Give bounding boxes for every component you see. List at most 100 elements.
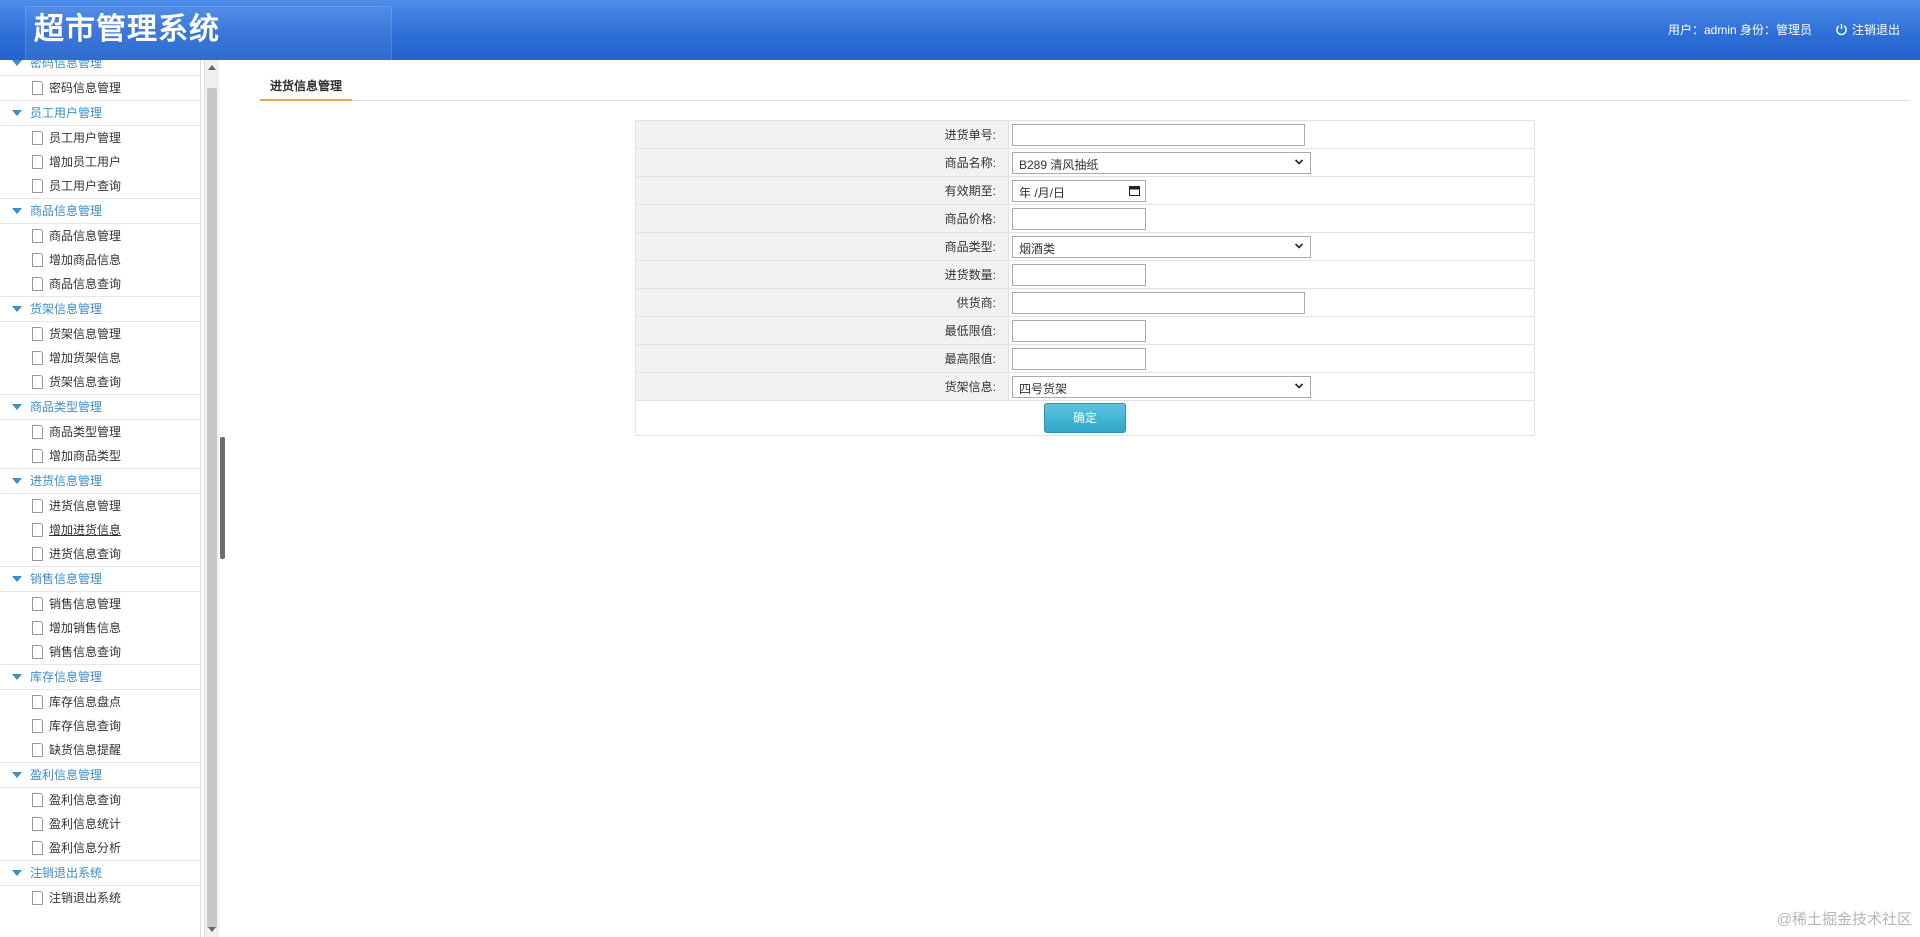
scrollbar-thumb[interactable] <box>207 88 217 928</box>
sidebar-group-items: 进货信息管理 增加进货信息进货信息查询 <box>0 493 200 566</box>
sidebar-group-title[interactable]: 货架信息管理 <box>0 296 200 321</box>
logout-label: 注销退出 <box>1851 23 1900 37</box>
sidebar-menu: 密码信息管理 密码信息管理 员工用户管理 员工用户管理 增加员工用户 员工用户查询 商品信息… <box>0 60 200 910</box>
quantity-input[interactable] <box>1012 263 1146 286</box>
sidebar-item-label: 货架信息管理 <box>49 327 122 341</box>
calendar-icon[interactable] <box>1129 185 1140 196</box>
sidebar-item[interactable]: 增加销售信息 <box>0 616 200 640</box>
sidebar-splitter-handle[interactable] <box>220 437 225 559</box>
sidebar-group-title[interactable]: 密码信息管理 <box>0 60 200 75</box>
sidebar-item[interactable]: 增加商品类型 <box>0 444 200 468</box>
document-icon <box>32 425 43 439</box>
min-label: 最低限值: <box>635 316 1009 345</box>
sidebar-item[interactable]: 库存信息盘点 <box>0 690 200 714</box>
sidebar-item[interactable]: 盈利信息统计 <box>0 812 200 836</box>
sidebar-group-items: 注销退出系统 <box>0 885 200 910</box>
sidebar-item[interactable]: 盈利信息查询 <box>0 788 200 812</box>
document-icon <box>32 131 43 145</box>
scroll-up-icon[interactable] <box>208 65 216 70</box>
form-row-purchase-no: 进货单号: <box>635 120 1535 149</box>
chevron-down-icon <box>1295 158 1303 165</box>
document-icon <box>32 351 43 365</box>
sidebar-group-title[interactable]: 员工用户管理 <box>0 100 200 125</box>
sidebar-item-label: 进货信息查询 <box>49 547 122 561</box>
sidebar-group-label: 商品信息管理 <box>30 204 103 218</box>
expiry-date-input[interactable]: 年 /月/日 <box>1012 179 1146 202</box>
sidebar-item[interactable]: 货架信息管理 <box>0 322 200 346</box>
sidebar-item-label: 密码信息管理 <box>49 81 122 95</box>
sidebar-item[interactable]: 增加员工用户 <box>0 150 200 174</box>
sidebar-group-items: 商品类型管理 增加商品类型 <box>0 419 200 468</box>
submit-button[interactable]: 确定 <box>1044 403 1126 433</box>
sidebar-group-title[interactable]: 注销退出系统 <box>0 860 200 885</box>
logout-button[interactable]: 注销退出 <box>1835 21 1900 38</box>
sidebar-scrollbar[interactable] <box>204 60 219 937</box>
product-name-selected: B289 清风抽纸 <box>1019 157 1099 172</box>
product-type-select[interactable]: 烟酒类 <box>1012 235 1311 258</box>
sidebar-item[interactable]: 增加进货信息 <box>0 518 200 542</box>
sidebar-item[interactable]: 商品信息管理 <box>0 224 200 248</box>
triangle-down-icon <box>12 306 22 312</box>
sidebar-item[interactable]: 增加货架信息 <box>0 346 200 370</box>
sidebar-item[interactable]: 员工用户管理 <box>0 126 200 150</box>
form-row-submit: 确定 <box>635 400 1535 436</box>
document-icon <box>32 645 43 659</box>
sidebar-group-label: 库存信息管理 <box>30 670 103 684</box>
sidebar-item[interactable]: 员工用户查询 <box>0 174 200 198</box>
sidebar-item[interactable]: 注销退出系统 <box>0 886 200 910</box>
sidebar-item-label: 商品信息管理 <box>49 229 122 243</box>
document-icon <box>32 327 43 341</box>
sidebar-group-title[interactable]: 销售信息管理 <box>0 566 200 591</box>
sidebar-group-title[interactable]: 盈利信息管理 <box>0 762 200 787</box>
min-limit-input[interactable] <box>1012 319 1146 342</box>
sidebar-group-title[interactable]: 库存信息管理 <box>0 664 200 689</box>
sidebar-item-label: 盈利信息查询 <box>49 793 122 807</box>
watermark: @稀土掘金技术社区 <box>1776 911 1912 928</box>
triangle-down-icon <box>12 674 22 680</box>
sidebar-group-title[interactable]: 商品类型管理 <box>0 394 200 419</box>
sidebar-item-label: 商品类型管理 <box>49 425 122 439</box>
document-icon <box>32 891 43 905</box>
sidebar-group-label: 盈利信息管理 <box>30 768 103 782</box>
user-info: 用户：admin 身份：管理员 <box>1667 23 1812 37</box>
sidebar-item[interactable]: 销售信息查询 <box>0 640 200 664</box>
sidebar-item-label: 员工用户管理 <box>49 131 122 145</box>
sidebar-item[interactable]: 盈利信息分析 <box>0 836 200 860</box>
quantity-label: 进货数量: <box>635 260 1009 289</box>
document-icon <box>32 155 43 169</box>
sidebar-group-items: 销售信息管理增加销售信息 销售信息查询 <box>0 591 200 664</box>
sidebar-item[interactable]: 进货信息查询 <box>0 542 200 566</box>
triangle-down-icon <box>12 870 22 876</box>
sidebar-item-label: 增加商品类型 <box>49 449 122 463</box>
sidebar-item-label: 盈利信息分析 <box>49 841 122 855</box>
sidebar-group-title[interactable]: 商品信息管理 <box>0 198 200 223</box>
sidebar-item[interactable]: 库存信息查询 <box>0 714 200 738</box>
product-name-select[interactable]: B289 清风抽纸 <box>1012 151 1311 174</box>
price-input[interactable] <box>1012 207 1146 230</box>
sidebar-group-title[interactable]: 进货信息管理 <box>0 468 200 493</box>
tab-purchase-info[interactable]: 进货信息管理 <box>260 72 353 101</box>
sidebar-item[interactable]: 商品类型管理 <box>0 420 200 444</box>
sidebar-item-label: 销售信息管理 <box>49 597 122 611</box>
scroll-down-icon[interactable] <box>208 927 216 932</box>
sidebar-item[interactable]: 增加商品信息 <box>0 248 200 272</box>
document-icon <box>32 179 43 193</box>
form-row-quantity: 进货数量: <box>635 260 1535 289</box>
document-icon <box>32 817 43 831</box>
product-name-label: 商品名称: <box>635 148 1009 177</box>
sidebar-group-label: 销售信息管理 <box>30 572 103 586</box>
supplier-input[interactable] <box>1012 291 1305 314</box>
sidebar-item-label: 库存信息查询 <box>49 719 122 733</box>
sidebar-item[interactable]: 进货信息管理 <box>0 494 200 518</box>
sidebar-group-label: 进货信息管理 <box>30 474 103 488</box>
sidebar-item[interactable]: 密码信息管理 <box>0 76 200 100</box>
document-icon <box>32 621 43 635</box>
purchase-no-input[interactable] <box>1012 123 1305 146</box>
max-limit-input[interactable] <box>1012 347 1146 370</box>
sidebar-item[interactable]: 货架信息查询 <box>0 370 200 394</box>
shelf-select[interactable]: 四号货架 <box>1012 375 1311 398</box>
sidebar-item[interactable]: 商品信息查询 <box>0 272 200 296</box>
sidebar-item[interactable]: 销售信息管理 <box>0 592 200 616</box>
sidebar: 密码信息管理 密码信息管理 员工用户管理 员工用户管理 增加员工用户 员工用户查询 商品信息… <box>0 60 201 937</box>
sidebar-item[interactable]: 缺货信息提醒 <box>0 738 200 762</box>
